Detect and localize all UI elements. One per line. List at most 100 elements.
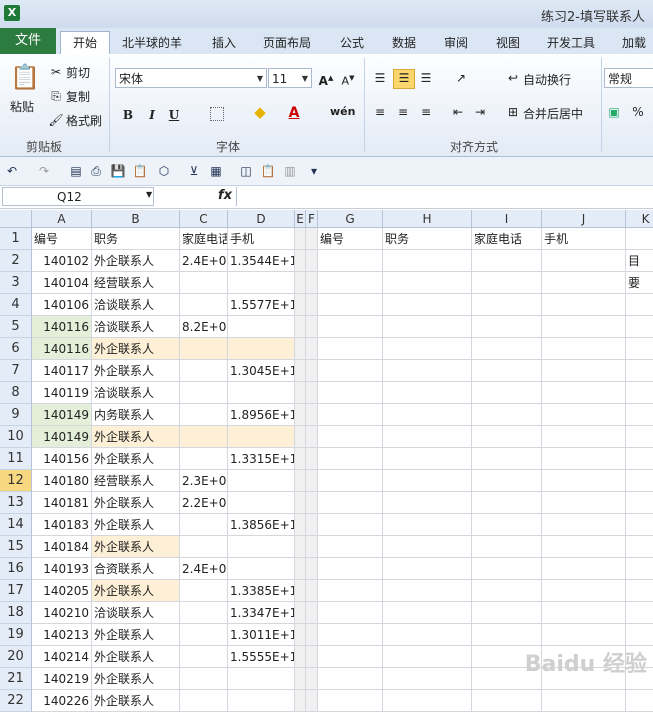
table-cell[interactable]: 140219 <box>32 668 92 690</box>
table-cell[interactable] <box>318 470 383 492</box>
table-cell[interactable] <box>383 646 472 668</box>
table-cell[interactable] <box>472 624 542 646</box>
table-cell[interactable] <box>228 316 295 338</box>
table-cell[interactable] <box>383 316 472 338</box>
undo-icon[interactable]: ↶ <box>4 163 20 179</box>
table-cell[interactable]: 合资联系人 <box>92 558 180 580</box>
table-cell[interactable]: 外企联系人 <box>92 668 180 690</box>
table-cell[interactable] <box>626 492 653 514</box>
table-cell[interactable] <box>542 558 626 580</box>
table-cell[interactable] <box>318 426 383 448</box>
table-cell[interactable]: 1.3544E+10 <box>228 250 295 272</box>
table-cell[interactable] <box>542 250 626 272</box>
tab-view[interactable]: 视图 <box>496 32 520 54</box>
row-header[interactable]: 21 <box>0 668 32 690</box>
fill-color-icon[interactable]: ◆ <box>252 104 268 120</box>
table-cell[interactable] <box>472 448 542 470</box>
table-cell[interactable] <box>472 690 542 712</box>
table-cell[interactable]: 外企联系人 <box>92 492 180 514</box>
table-cell[interactable] <box>626 316 653 338</box>
chevron-down-icon[interactable]: ▼ <box>146 190 152 199</box>
table-cell[interactable] <box>542 272 626 294</box>
camera-icon[interactable]: ◫ <box>238 163 254 179</box>
table-cell[interactable] <box>472 272 542 294</box>
table-cell[interactable] <box>542 448 626 470</box>
table-cell[interactable]: 140102 <box>32 250 92 272</box>
number-format-select[interactable]: 常规 <box>604 68 653 88</box>
table-cell[interactable] <box>626 514 653 536</box>
table-cell[interactable]: 140117 <box>32 360 92 382</box>
table-cell[interactable] <box>383 448 472 470</box>
italic-button[interactable]: I <box>144 107 160 123</box>
customize-qat-icon[interactable]: ▾ <box>306 163 322 179</box>
table-cell[interactable] <box>306 602 318 624</box>
table-cell[interactable] <box>542 316 626 338</box>
table-cell[interactable]: 140184 <box>32 536 92 558</box>
table-cell[interactable] <box>180 690 228 712</box>
table-cell[interactable] <box>472 602 542 624</box>
table-cell[interactable] <box>180 602 228 624</box>
table-cell[interactable]: 外企联系人 <box>92 338 180 360</box>
table-cell[interactable] <box>383 360 472 382</box>
column-header-c[interactable]: C <box>180 210 228 228</box>
wrap-text-button[interactable]: 自动换行 <box>523 71 571 88</box>
table-cell[interactable] <box>383 690 472 712</box>
table-cell[interactable]: 内务联系人 <box>92 404 180 426</box>
table-cell[interactable] <box>228 558 295 580</box>
table-cell[interactable] <box>472 294 542 316</box>
table-icon[interactable]: ▦ <box>208 163 224 179</box>
row-header[interactable]: 5 <box>0 316 32 338</box>
table-cell[interactable] <box>542 602 626 624</box>
table-cell[interactable] <box>626 448 653 470</box>
table-cell[interactable] <box>228 272 295 294</box>
font-color-icon[interactable]: A <box>286 105 302 121</box>
table-cell[interactable]: 140226 <box>32 690 92 712</box>
align-right-icon[interactable]: ≡ <box>418 104 434 120</box>
header-cell[interactable]: 职务 <box>383 228 472 250</box>
header-cell[interactable]: 家庭电话 <box>472 228 542 250</box>
table-cell[interactable]: 140210 <box>32 602 92 624</box>
table-cell[interactable] <box>295 294 306 316</box>
table-cell[interactable]: 140183 <box>32 514 92 536</box>
table-cell[interactable] <box>306 360 318 382</box>
paste-label[interactable]: 粘贴 <box>10 98 34 115</box>
table-cell[interactable] <box>228 492 295 514</box>
table-cell[interactable] <box>542 338 626 360</box>
table-cell[interactable]: 140116 <box>32 316 92 338</box>
table-cell[interactable] <box>472 338 542 360</box>
table-cell[interactable] <box>306 382 318 404</box>
table-cell[interactable] <box>318 514 383 536</box>
table-cell[interactable] <box>383 580 472 602</box>
table-cell[interactable] <box>180 294 228 316</box>
column-header-a[interactable]: A <box>32 210 92 228</box>
tab-page-layout[interactable]: 页面布局 <box>263 32 311 54</box>
header-cell[interactable]: 编号 <box>318 228 383 250</box>
table-cell[interactable] <box>295 382 306 404</box>
table-cell[interactable] <box>180 646 228 668</box>
table-cell[interactable] <box>626 536 653 558</box>
table-cell[interactable] <box>180 272 228 294</box>
table-cell[interactable] <box>318 690 383 712</box>
tab-data[interactable]: 数据 <box>392 32 416 54</box>
table-cell[interactable] <box>318 580 383 602</box>
table-cell[interactable] <box>295 580 306 602</box>
table-cell[interactable] <box>383 404 472 426</box>
merge-center-button[interactable]: 合并后居中 <box>523 105 583 122</box>
table-cell[interactable]: 1.3347E+10 <box>228 602 295 624</box>
table-cell[interactable] <box>472 470 542 492</box>
row-header[interactable]: 6 <box>0 338 32 360</box>
table-cell[interactable] <box>306 404 318 426</box>
table-cell[interactable]: 洽谈联系人 <box>92 316 180 338</box>
table-cell[interactable]: 外企联系人 <box>92 360 180 382</box>
table-cell[interactable]: 8.2E+07 <box>180 316 228 338</box>
select-all-corner[interactable] <box>0 210 32 228</box>
table-cell[interactable]: 外企联系人 <box>92 536 180 558</box>
row-header[interactable]: 11 <box>0 448 32 470</box>
format-painter-icon[interactable]: 🖌 <box>48 112 64 128</box>
row-header[interactable]: 15 <box>0 536 32 558</box>
header-cell[interactable]: 手机 <box>542 228 626 250</box>
table-cell[interactable]: 外企联系人 <box>92 624 180 646</box>
table-cell[interactable] <box>295 272 306 294</box>
table-cell[interactable] <box>626 404 653 426</box>
table-cell[interactable] <box>180 360 228 382</box>
